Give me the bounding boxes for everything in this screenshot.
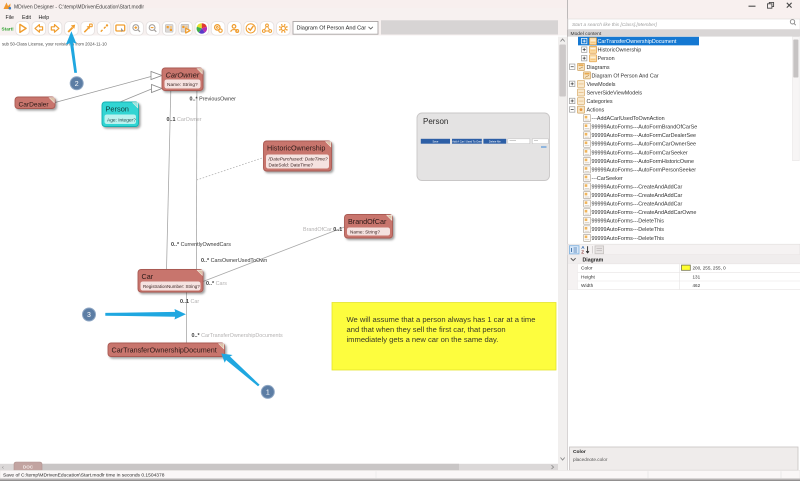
svg-text:1: 1	[266, 389, 270, 396]
svg-text:Categories: Categories	[587, 99, 613, 105]
svg-text:Actions: Actions	[587, 108, 605, 114]
svg-text:Save of C:\temp\MDrivenEducati: Save of C:\temp\MDrivenEducation\Start.m…	[3, 473, 165, 479]
svg-text:0..* CurrentlyOwnedCars: 0..* CurrentlyOwnedCars	[171, 242, 231, 248]
svg-text:Color: Color	[581, 266, 593, 272]
svg-text:Name: String?: Name: String?	[350, 229, 380, 234]
svg-text:Name: String?: Name: String?	[167, 82, 198, 88]
svg-text:0..* CarTransferOwnershipDocum: 0..* CarTransferOwnershipDocuments	[192, 333, 283, 339]
svg-text:CarTransferOwnershipDocument: CarTransferOwnershipDocument	[112, 345, 217, 354]
svg-text:462: 462	[693, 283, 701, 288]
svg-text:Color: Color	[573, 449, 586, 455]
svg-text:99999AutoForms---AutoFormHisto: 99999AutoForms---AutoFormHistoricOwne	[592, 159, 694, 165]
svg-text:---CarSeeker: ---CarSeeker	[592, 176, 623, 182]
svg-text:BrandOfCar: BrandOfCar	[348, 217, 387, 226]
svg-text:Diagram Of Person And Car: Diagram Of Person And Car	[297, 26, 367, 32]
svg-text:Start!: Start!	[2, 26, 15, 31]
svg-text:CarOwner: CarOwner	[166, 70, 200, 79]
svg-text:CarTransferOwnershipDocument: CarTransferOwnershipDocument	[598, 39, 677, 45]
svg-text:and that when they sell the fi: and that when they sell the first car, t…	[347, 325, 506, 334]
svg-text:Z: Z	[581, 250, 584, 255]
svg-text:---AddACarIUsedToOwnAction: ---AddACarIUsedToOwnAction	[592, 116, 665, 122]
svg-text:Save: Save	[432, 139, 438, 143]
svg-text:CarDealer: CarDealer	[19, 101, 50, 108]
svg-text:Height: Height	[581, 274, 596, 280]
svg-text:131: 131	[693, 274, 701, 279]
svg-text:99999AutoForms---DeleteThis: 99999AutoForms---DeleteThis	[592, 219, 665, 225]
svg-text:Person: Person	[423, 117, 448, 126]
svg-text:MDriven Designer - C:\temp\MDr: MDriven Designer - C:\temp\MDrivenEducat…	[14, 5, 144, 11]
svg-text:99999AutoForms---CreateAndAddC: 99999AutoForms---CreateAndAddCar	[592, 184, 683, 190]
svg-text:99999AutoForms---AutoFormCarOw: 99999AutoForms---AutoFormCarOwnerSee	[592, 142, 697, 148]
svg-text:ServerSideViewModels: ServerSideViewModels	[587, 90, 643, 96]
svg-text:99999AutoForms---AutoFormCarSe: 99999AutoForms---AutoFormCarSeeker	[592, 150, 688, 156]
svg-text:99999AutoForms---DeleteThis: 99999AutoForms---DeleteThis	[592, 227, 665, 233]
svg-text:sub 50-Class License, your rev: sub 50-Class License, your revision is f…	[2, 41, 107, 46]
svg-text:99999AutoForms---AutoFormBrand: 99999AutoForms---AutoFormBrandOfCarSe	[592, 125, 698, 131]
svg-text:HistoricOwnership: HistoricOwnership	[598, 48, 642, 54]
svg-text:3: 3	[87, 312, 91, 319]
svg-text:Person: Person	[598, 56, 615, 62]
svg-text:Start a search like this [Clas: Start a search like this [Class].[Member…	[572, 22, 657, 28]
svg-text:Model content: Model content	[571, 31, 602, 37]
svg-text:0..1 Car: 0..1 Car	[180, 299, 199, 305]
svg-text:Delete Me: Delete Me	[489, 139, 501, 143]
svg-text:0..1 CarOwner: 0..1 CarOwner	[167, 117, 202, 123]
svg-text:File: File	[6, 15, 14, 21]
svg-text:Age: Integer?: Age: Integer?	[107, 117, 136, 123]
svg-text:99999AutoForms---CreateAndAddC: 99999AutoForms---CreateAndAddCar	[592, 193, 683, 199]
svg-text:Help: Help	[39, 15, 50, 21]
svg-text:Width: Width	[581, 283, 594, 289]
svg-text:Edit: Edit	[22, 15, 31, 21]
svg-text:99999AutoForms---AutoFormCarDe: 99999AutoForms---AutoFormCarDealerSee	[592, 133, 697, 139]
svg-text:Add A Car I Used To Own: Add A Car I Used To Own	[452, 139, 482, 143]
svg-text:Diagram Of Person And Car: Diagram Of Person And Car	[592, 73, 659, 79]
svg-text:Diagram: Diagram	[583, 257, 604, 263]
svg-text:200, 255, 255, 0: 200, 255, 255, 0	[693, 266, 727, 271]
svg-text:We will assume that a person a: We will assume that a person always has …	[347, 315, 536, 324]
svg-text:Diagrams: Diagrams	[587, 65, 610, 71]
svg-text:ViewModels: ViewModels	[587, 82, 616, 88]
svg-text:placednote.color: placednote.color	[573, 457, 608, 462]
svg-text:BrandOfCar 0..1: BrandOfCar 0..1	[303, 227, 342, 233]
svg-text:immediately gets a new car on: immediately gets a new car on the same d…	[347, 335, 499, 344]
svg-text:DateSold: DateTime?: DateSold: DateTime?	[269, 162, 314, 167]
svg-text:2: 2	[75, 81, 79, 88]
svg-text:0..* PreviousOwner: 0..* PreviousOwner	[190, 96, 237, 102]
svg-text:/DatePurchased: DateTime?: /DatePurchased: DateTime?	[268, 156, 328, 161]
svg-text:HistoricOwnership: HistoricOwnership	[267, 143, 325, 152]
svg-text:0..* Cars: 0..* Cars	[206, 281, 227, 287]
svg-text:99999AutoForms---AutoFormPerso: 99999AutoForms---AutoFormPersonSeeker	[592, 167, 697, 173]
svg-text:99999AutoForms---CreateAndAddC: 99999AutoForms---CreateAndAddCarOwne	[592, 210, 697, 216]
svg-text:99999AutoForms---DeleteThis: 99999AutoForms---DeleteThis	[592, 236, 665, 242]
svg-text:Car: Car	[142, 272, 154, 281]
svg-text:RegistrationNumber: String?: RegistrationNumber: String?	[143, 284, 200, 289]
svg-text:DOC: DOC	[23, 464, 34, 469]
svg-text:0..* CarsOwnerUsedToOwn: 0..* CarsOwnerUsedToOwn	[201, 258, 267, 264]
svg-text:Person: Person	[106, 104, 129, 113]
svg-text:99999AutoForms---CreateAndAddC: 99999AutoForms---CreateAndAddCar	[592, 202, 683, 208]
